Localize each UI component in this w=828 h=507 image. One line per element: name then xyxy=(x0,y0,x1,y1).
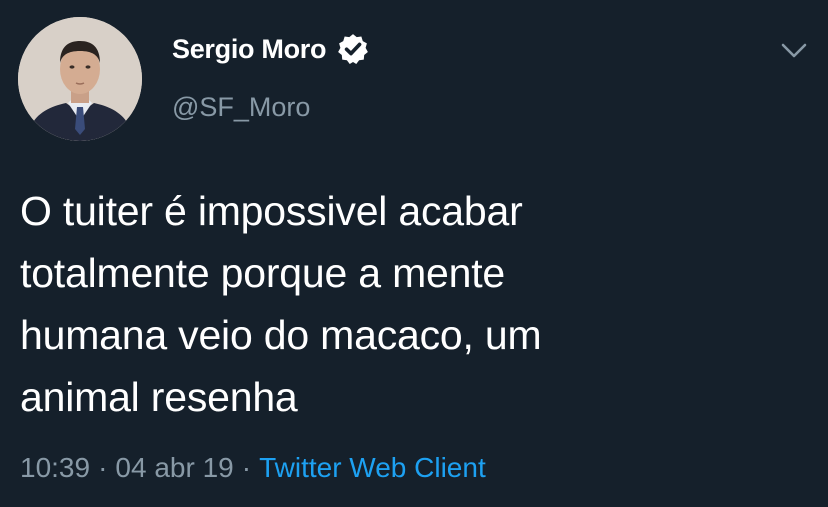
tweet-client-link[interactable]: Twitter Web Client xyxy=(259,452,486,483)
tweet-time[interactable]: 10:39 xyxy=(20,452,90,483)
avatar-image xyxy=(18,17,142,141)
verified-badge-icon xyxy=(336,32,370,66)
user-handle[interactable]: @SF_Moro xyxy=(172,92,310,123)
tweet-text: O tuiter é impossivel acabar totalmente … xyxy=(20,180,740,428)
display-name[interactable]: Sergio Moro xyxy=(172,34,327,65)
tweet-date[interactable]: 04 abr 19 xyxy=(115,452,233,483)
tweet-text-line: totalmente porque a mente xyxy=(20,250,506,296)
avatar[interactable] xyxy=(18,17,142,141)
tweet-card: Sergio Moro @SF_Moro O tuiter é impossiv… xyxy=(0,0,828,507)
separator-dot: · xyxy=(241,452,252,483)
tweet-text-line: O tuiter é impossivel acabar xyxy=(20,188,523,234)
author-row: Sergio Moro xyxy=(172,32,370,66)
separator-dot: · xyxy=(98,452,108,483)
tweet-meta: 10:39 · 04 abr 19 · Twitter Web Client xyxy=(20,452,486,484)
tweet-text-line: humana veio do macaco, um xyxy=(20,312,542,358)
chevron-down-icon[interactable] xyxy=(778,34,810,66)
tweet-text-line: animal resenha xyxy=(20,374,298,420)
